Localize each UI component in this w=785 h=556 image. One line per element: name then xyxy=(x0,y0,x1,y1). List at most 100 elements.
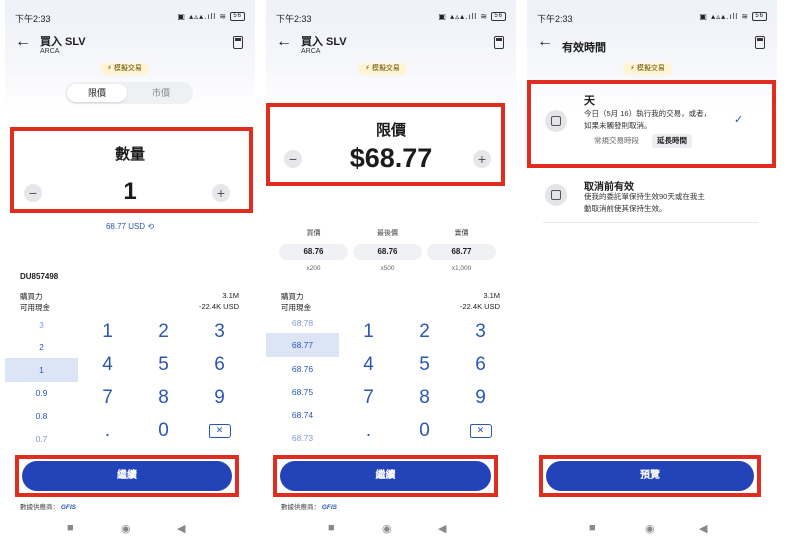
buying-power-value: 3.1M xyxy=(222,291,239,300)
backspace-icon: ✕ xyxy=(208,423,231,438)
ask-size: x1,000 xyxy=(451,265,472,272)
paper-trading-badge: ⚡ 模擬交易 xyxy=(358,63,407,75)
system-nav-bar: ■ ◉ ◀ xyxy=(527,522,777,538)
preview-button[interactable]: 預覽 xyxy=(546,461,754,491)
option-day[interactable]: 天 今日（5月 16）執行我的交易，或者， 如果未觸發則取消。 常規交易時段 延… xyxy=(531,84,772,164)
wheel-item[interactable]: 68.75 xyxy=(266,380,339,404)
wheel-item-selected[interactable]: 1 xyxy=(5,358,78,382)
bid-quote: 買價 68.76 x200 xyxy=(279,228,348,272)
signal-icon: ▣ ▴▵▴.ıll ≋ xyxy=(438,12,489,21)
wheel-item[interactable]: 68.76 xyxy=(266,357,339,381)
wheel-item[interactable]: 0.7 xyxy=(5,427,78,451)
bid-label: 買價 xyxy=(306,230,321,237)
increase-button[interactable]: + xyxy=(212,184,230,202)
order-title: 買入 SLV xyxy=(40,36,86,48)
data-provider: 數據供應商： GFIS xyxy=(281,501,337,511)
key-1[interactable]: 1 xyxy=(80,317,135,347)
wheel-item[interactable]: 3 xyxy=(5,313,78,337)
key-7[interactable]: 7 xyxy=(80,383,135,413)
extended-hours-chip[interactable]: 延長時間 xyxy=(652,134,692,148)
key-8[interactable]: 8 xyxy=(136,383,191,413)
tab-market[interactable]: 市價 xyxy=(131,84,191,102)
system-nav-bar: ■ ◉ ◀ xyxy=(266,522,516,538)
tab-limit[interactable]: 限價 xyxy=(67,84,127,102)
status-icons: ▣ ▴▵▴.ıll ≋ 56 xyxy=(177,12,245,22)
last-price-button[interactable]: 68.76 xyxy=(353,244,422,260)
order-type-toggle: 限價 市價 xyxy=(65,82,193,104)
back-button-icon[interactable]: ◀ xyxy=(438,522,446,535)
back-arrow-icon[interactable]: ← xyxy=(537,34,553,50)
key-0[interactable]: 0 xyxy=(136,416,191,446)
back-arrow-icon[interactable]: ← xyxy=(276,34,292,50)
cash-label: 可用現金 xyxy=(20,303,50,312)
key-backspace[interactable]: ✕ xyxy=(192,416,247,446)
key-3[interactable]: 3 xyxy=(192,317,247,347)
swap-icon[interactable]: ⟲ xyxy=(147,222,154,231)
recents-button-icon[interactable]: ■ xyxy=(328,522,335,534)
key-4[interactable]: 4 xyxy=(341,350,396,380)
recents-button-icon[interactable]: ■ xyxy=(589,522,596,534)
wheel-item[interactable]: 0.9 xyxy=(5,381,78,405)
key-6[interactable]: 6 xyxy=(192,350,247,380)
option-gtc-desc-1: 使我的委託單保持生效90天或在我主 xyxy=(584,192,705,201)
key-7[interactable]: 7 xyxy=(341,383,396,413)
home-button-icon[interactable]: ◉ xyxy=(645,522,655,535)
home-button-icon[interactable]: ◉ xyxy=(121,522,131,535)
home-button-icon[interactable]: ◉ xyxy=(382,522,392,535)
wheel-item[interactable]: 68.74 xyxy=(266,403,339,427)
key-9[interactable]: 9 xyxy=(453,383,508,413)
order-title: 買入 SLV xyxy=(301,36,347,48)
status-bar: 下午2:33 ▣ ▴▵▴.ıll ≋ 56 xyxy=(276,12,506,24)
key-backspace[interactable]: ✕ xyxy=(453,416,508,446)
wheel-item[interactable]: 68.73 xyxy=(266,426,339,450)
last-quote: 最後價 68.76 x500 xyxy=(353,228,422,272)
badge-label: 模擬交易 xyxy=(371,65,400,72)
paper-trading-badge: ⚡ 模擬交易 xyxy=(623,63,672,75)
back-button-icon[interactable]: ◀ xyxy=(177,522,185,535)
key-4[interactable]: 4 xyxy=(80,350,135,380)
status-icons: ▣ ▴▵▴.ıll ≋ 56 xyxy=(438,12,506,22)
option-day-desc-1: 今日（5月 16）執行我的交易，或者， xyxy=(584,109,712,118)
provider-logo: GFIS xyxy=(321,504,337,511)
ask-price-button[interactable]: 68.77 xyxy=(427,244,496,260)
continue-button[interactable]: 繼續 xyxy=(22,461,232,491)
option-gtc[interactable]: 取消前有效 使我的委託單保持生效90天或在我主 動取消前使其保持生效。 xyxy=(531,172,772,222)
bid-price-button[interactable]: 68.76 xyxy=(279,244,348,260)
last-size: x500 xyxy=(380,265,395,272)
back-button-icon[interactable]: ◀ xyxy=(699,522,707,535)
recents-button-icon[interactable]: ■ xyxy=(67,522,74,534)
calculator-icon[interactable] xyxy=(233,36,243,49)
cash-row: 可用現金 -22.4K USD xyxy=(20,302,239,312)
wheel-item[interactable]: 0.8 xyxy=(5,404,78,428)
key-decimal[interactable]: . xyxy=(80,416,135,446)
calculator-icon[interactable] xyxy=(755,36,765,49)
buying-power-value: 3.1M xyxy=(483,291,500,300)
wheel-item-selected[interactable]: 68.77 xyxy=(266,333,339,357)
key-5[interactable]: 5 xyxy=(136,350,191,380)
system-nav-bar: ■ ◉ ◀ xyxy=(5,522,255,538)
key-0[interactable]: 0 xyxy=(397,416,452,446)
increase-button[interactable]: + xyxy=(473,150,491,168)
key-8[interactable]: 8 xyxy=(397,383,452,413)
calculator-icon[interactable] xyxy=(494,36,504,49)
wheel-item[interactable]: 2 xyxy=(5,335,78,359)
key-3[interactable]: 3 xyxy=(453,317,508,347)
key-5[interactable]: 5 xyxy=(397,350,452,380)
calendar-cancel-icon xyxy=(545,184,567,206)
key-6[interactable]: 6 xyxy=(453,350,508,380)
continue-button[interactable]: 繼續 xyxy=(280,461,491,491)
key-decimal[interactable]: . xyxy=(341,416,396,446)
buying-power-label: 購買力 xyxy=(20,292,43,301)
panel-limit-price: 下午2:33 ▣ ▴▵▴.ıll ≋ 56 ← 買入 SLV ARCA ⚡ 模擬… xyxy=(266,0,516,556)
option-gtc-desc-2: 動取消前使其保持生效。 xyxy=(584,204,667,213)
calendar-icon xyxy=(545,110,567,132)
back-arrow-icon[interactable]: ← xyxy=(15,34,31,50)
key-2[interactable]: 2 xyxy=(397,317,452,347)
wheel-item[interactable]: 68.78 xyxy=(266,311,339,335)
status-bar: 下午2:33 ▣ ▴▵▴.ıll ≋ 56 xyxy=(15,12,245,24)
key-1[interactable]: 1 xyxy=(341,317,396,347)
limit-price-title: 限價 xyxy=(375,122,406,139)
regular-hours-chip[interactable]: 常規交易時段 xyxy=(589,134,644,148)
key-9[interactable]: 9 xyxy=(192,383,247,413)
key-2[interactable]: 2 xyxy=(136,317,191,347)
